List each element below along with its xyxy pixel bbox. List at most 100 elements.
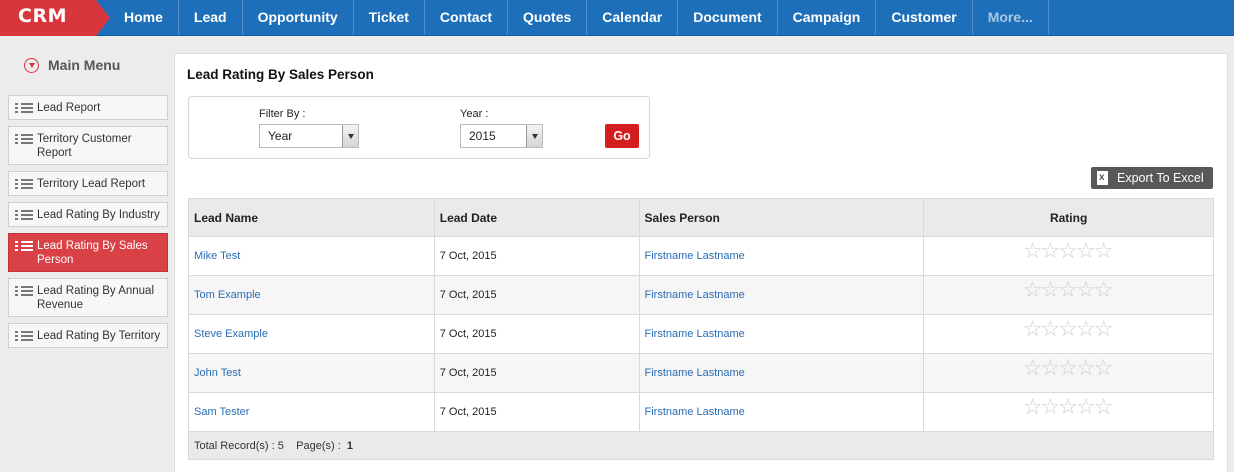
star-icon[interactable]: ☆ bbox=[1094, 279, 1114, 301]
lead-date-cell: 7 Oct, 2015 bbox=[433, 275, 640, 315]
chevron-down-icon[interactable] bbox=[526, 125, 542, 147]
nav-calendar[interactable]: Calendar bbox=[587, 0, 679, 35]
lead-date-cell: 7 Oct, 2015 bbox=[433, 236, 640, 276]
collapse-circle-icon[interactable] bbox=[24, 57, 39, 73]
list-icon bbox=[15, 103, 33, 114]
export-to-excel-button[interactable]: Export To Excel bbox=[1091, 167, 1213, 189]
nav-document[interactable]: Document bbox=[678, 0, 778, 35]
sidebar-item-label: Lead Rating By Territory bbox=[37, 330, 161, 342]
sidebar-item-territory-customer-report[interactable]: Territory Customer Report bbox=[8, 126, 168, 165]
list-icon bbox=[15, 241, 33, 252]
sidebar: Main Menu Lead Report Territory Customer… bbox=[0, 37, 176, 472]
rating-cell: ☆ ☆ ☆ ☆ ☆ bbox=[923, 275, 1214, 315]
main-menu-title: Main Menu bbox=[48, 57, 121, 73]
rating-cell: ☆ ☆ ☆ ☆ ☆ bbox=[923, 392, 1214, 432]
star-rating[interactable]: ☆ ☆ ☆ ☆ ☆ bbox=[929, 240, 1213, 262]
sidebar-item-territory-lead-report[interactable]: Territory Lead Report bbox=[8, 171, 168, 196]
nav-customer[interactable]: Customer bbox=[876, 0, 973, 35]
lead-date-cell: 7 Oct, 2015 bbox=[433, 392, 640, 432]
export-label: Export To Excel bbox=[1117, 171, 1204, 185]
total-records-label: Total Record(s) : bbox=[194, 439, 275, 452]
excel-file-icon bbox=[1097, 167, 1108, 189]
sales-person-link[interactable]: Firstname Lastname bbox=[645, 328, 745, 340]
rating-cell: ☆ ☆ ☆ ☆ ☆ bbox=[923, 236, 1214, 276]
lead-name-link[interactable]: John Test bbox=[194, 367, 241, 379]
header-rating[interactable]: Rating bbox=[923, 198, 1214, 237]
star-rating[interactable]: ☆ ☆ ☆ ☆ ☆ bbox=[929, 318, 1213, 340]
list-icon bbox=[15, 331, 33, 342]
filter-by-select[interactable]: Year bbox=[259, 124, 359, 148]
nav-lead[interactable]: Lead bbox=[179, 0, 243, 35]
table-row: Sam Tester 7 Oct, 2015 Firstname Lastnam… bbox=[188, 392, 1214, 432]
filter-by-label: Filter By : bbox=[259, 108, 306, 120]
star-rating[interactable]: ☆ ☆ ☆ ☆ ☆ bbox=[929, 357, 1213, 379]
table-row: Steve Example 7 Oct, 2015 Firstname Last… bbox=[188, 314, 1214, 354]
nav-more[interactable]: More... bbox=[973, 0, 1049, 35]
star-icon[interactable]: ☆ bbox=[1094, 357, 1114, 379]
lead-name-link[interactable]: Sam Tester bbox=[194, 406, 249, 418]
page-number[interactable]: 1 bbox=[347, 440, 353, 452]
sales-person-cell: Firstname Lastname bbox=[638, 392, 925, 432]
sidebar-item-lead-report[interactable]: Lead Report bbox=[8, 95, 168, 120]
year-label: Year : bbox=[460, 108, 489, 120]
filter-panel: Filter By : Year Year : 2015 Go bbox=[188, 96, 650, 159]
rating-cell: ☆ ☆ ☆ ☆ ☆ bbox=[923, 314, 1214, 354]
sidebar-item-label: Lead Rating By Industry bbox=[37, 209, 160, 221]
total-records-value: 5 bbox=[277, 439, 284, 452]
sidebar-item-lead-rating-by-annual-revenue[interactable]: Lead Rating By Annual Revenue bbox=[8, 278, 168, 317]
star-icon[interactable]: ☆ bbox=[1094, 396, 1114, 418]
star-icon[interactable]: ☆ bbox=[1094, 240, 1114, 262]
list-icon bbox=[15, 179, 33, 190]
main-menu-header[interactable]: Main Menu bbox=[24, 57, 120, 73]
sales-person-cell: Firstname Lastname bbox=[638, 275, 925, 315]
lead-date-cell: 7 Oct, 2015 bbox=[433, 314, 640, 354]
sales-person-link[interactable]: Firstname Lastname bbox=[645, 250, 745, 262]
header-lead-name[interactable]: Lead Name bbox=[188, 198, 435, 237]
sidebar-item-lead-rating-by-sales-person[interactable]: Lead Rating By Sales Person bbox=[8, 233, 168, 272]
go-button[interactable]: Go bbox=[605, 124, 639, 148]
list-icon bbox=[15, 134, 33, 145]
pages-label: Page(s) : bbox=[296, 439, 341, 452]
nav-contact[interactable]: Contact bbox=[425, 0, 509, 35]
top-nav-bar: CRM Home Lead Opportunity Ticket Contact… bbox=[0, 0, 1234, 36]
lead-rating-table: Lead Name Lead Date Sales Person Rating … bbox=[188, 198, 1214, 460]
table-row: Tom Example 7 Oct, 2015 Firstname Lastna… bbox=[188, 275, 1214, 315]
nav-opportunity[interactable]: Opportunity bbox=[243, 0, 354, 35]
list-icon bbox=[15, 286, 33, 297]
table-row: John Test 7 Oct, 2015 Firstname Lastname… bbox=[188, 353, 1214, 393]
lead-date-cell: 7 Oct, 2015 bbox=[433, 353, 640, 393]
sidebar-item-lead-rating-by-territory[interactable]: Lead Rating By Territory bbox=[8, 323, 168, 348]
star-icon[interactable]: ☆ bbox=[1094, 318, 1114, 340]
sales-person-link[interactable]: Firstname Lastname bbox=[645, 367, 745, 379]
sales-person-cell: Firstname Lastname bbox=[638, 236, 925, 276]
nav-quotes[interactable]: Quotes bbox=[508, 0, 588, 35]
nav-ticket[interactable]: Ticket bbox=[354, 0, 425, 35]
lead-name-link[interactable]: Tom Example bbox=[194, 289, 261, 301]
rating-cell: ☆ ☆ ☆ ☆ ☆ bbox=[923, 353, 1214, 393]
sidebar-item-label: Territory Customer Report bbox=[37, 133, 132, 159]
nav-campaign[interactable]: Campaign bbox=[778, 0, 877, 35]
lead-name-cell: Tom Example bbox=[188, 275, 435, 315]
star-rating[interactable]: ☆ ☆ ☆ ☆ ☆ bbox=[929, 279, 1213, 301]
chevron-down-icon[interactable] bbox=[342, 125, 358, 147]
sales-person-cell: Firstname Lastname bbox=[638, 353, 925, 393]
sales-person-link[interactable]: Firstname Lastname bbox=[645, 289, 745, 301]
lead-name-link[interactable]: Steve Example bbox=[194, 328, 268, 340]
table-header-row: Lead Name Lead Date Sales Person Rating bbox=[188, 198, 1214, 237]
lead-name-link[interactable]: Mike Test bbox=[194, 250, 240, 262]
sales-person-link[interactable]: Firstname Lastname bbox=[645, 406, 745, 418]
lead-name-cell: John Test bbox=[188, 353, 435, 393]
sidebar-item-label: Lead Report bbox=[37, 102, 101, 114]
table-footer-row: Total Record(s) : 5 Page(s) : 1 bbox=[188, 431, 1214, 460]
header-sales-person[interactable]: Sales Person bbox=[638, 198, 925, 237]
brand-logo[interactable]: CRM bbox=[0, 0, 110, 36]
sales-person-cell: Firstname Lastname bbox=[638, 314, 925, 354]
sidebar-item-lead-rating-by-industry[interactable]: Lead Rating By Industry bbox=[8, 202, 168, 227]
header-lead-date[interactable]: Lead Date bbox=[433, 198, 640, 237]
report-panel: Lead Rating By Sales Person Filter By : … bbox=[174, 53, 1228, 472]
list-icon bbox=[15, 210, 33, 221]
star-rating[interactable]: ☆ ☆ ☆ ☆ ☆ bbox=[929, 396, 1213, 418]
year-select[interactable]: 2015 bbox=[460, 124, 543, 148]
table-row: Mike Test 7 Oct, 2015 Firstname Lastname… bbox=[188, 236, 1214, 276]
report-menu: Lead Report Territory Customer Report Te… bbox=[8, 95, 168, 354]
